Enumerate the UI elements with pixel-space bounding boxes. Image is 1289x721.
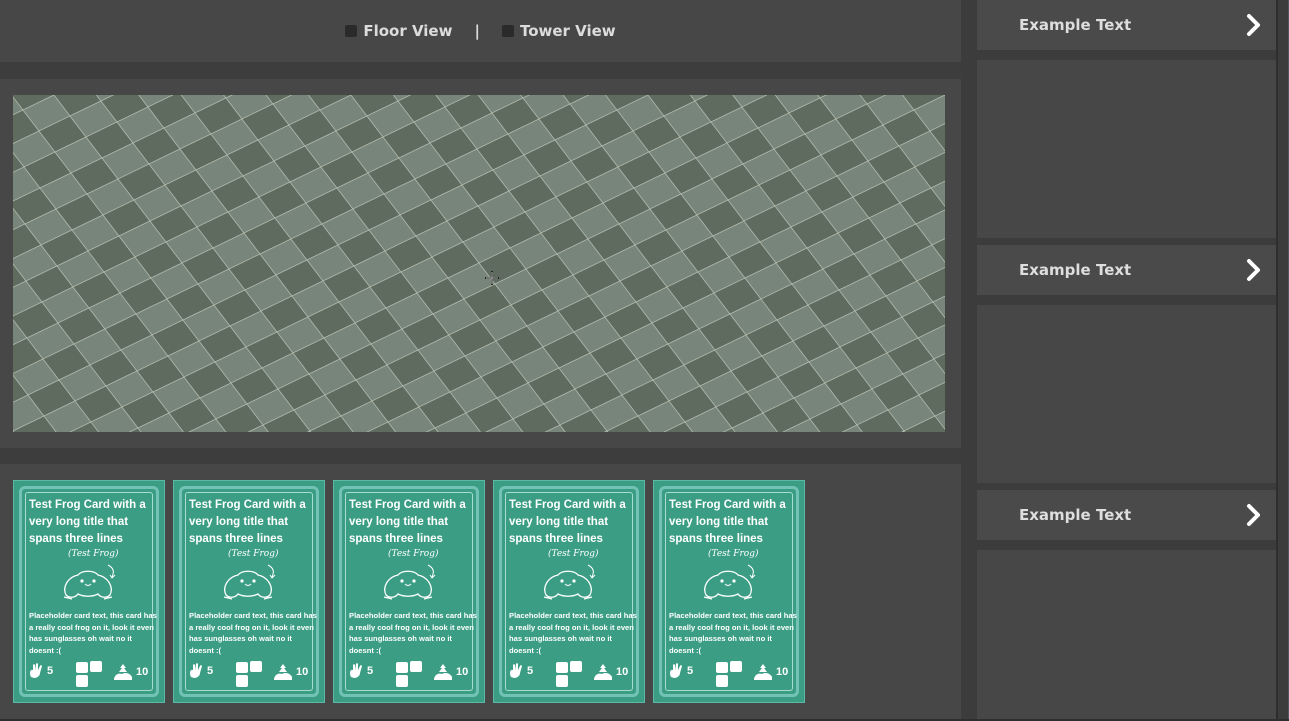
frog-hand-icon	[349, 663, 362, 678]
card-art-label: (Test Frog)	[228, 549, 279, 559]
card-stat-left: 5	[188, 663, 213, 679]
isometric-floor-grid[interactable]	[13, 95, 945, 432]
card-art-label: (Test Frog)	[548, 549, 599, 559]
frog-icon	[223, 564, 276, 600]
card-stat-right: 10	[273, 663, 308, 681]
sidebar-section-content-1	[977, 60, 1276, 238]
view-toggle-bar: Floor View | Tower View	[0, 0, 961, 62]
tower-view-option[interactable]: Tower View	[501, 22, 616, 40]
sidebar-section-label: Example Text	[1019, 261, 1132, 279]
chevron-right-icon[interactable]	[1244, 258, 1264, 282]
frog-hand-icon	[669, 663, 682, 678]
card-stat-left-value: 5	[47, 665, 54, 677]
frog-card[interactable]: Test Frog Card with a very long title th…	[173, 480, 325, 703]
blocks-icon	[396, 661, 422, 687]
divider	[0, 62, 961, 79]
right-sidebar: Example Text Example Text Example Text	[961, 0, 1289, 721]
card-stat-right-value: 10	[456, 666, 469, 678]
card-stat-left: 5	[668, 663, 693, 679]
view-separator: |	[474, 22, 480, 40]
frog-climb-icon	[754, 664, 772, 680]
frog-icon	[383, 564, 436, 600]
sidebar-section-header-2[interactable]: Example Text	[977, 245, 1276, 295]
card-description: Placeholder card text, this card has a r…	[669, 611, 797, 655]
card-stat-right: 10	[113, 663, 148, 681]
card-stat-left: 5	[348, 663, 373, 679]
card-stat-left: 5	[508, 663, 533, 679]
card-title: Test Frog Card with a very long title th…	[509, 499, 626, 545]
floor-view-label: Floor View	[363, 22, 453, 40]
floor-view-checkbox[interactable]	[345, 25, 358, 37]
card-description: Placeholder card text, this card has a r…	[29, 611, 157, 655]
card-stat-right-value: 10	[296, 666, 309, 678]
card-stat-right: 10	[433, 663, 468, 681]
blocks-icon	[556, 661, 582, 687]
card-hand-panel: Test Frog Card with a very long title th…	[0, 464, 961, 721]
frog-hand-icon	[29, 663, 42, 678]
divider	[0, 448, 961, 464]
game-screen: Floor View | Tower View Test Frog Card w…	[0, 0, 1289, 721]
card-stat-left-value: 5	[527, 665, 534, 677]
sidebar-section-label: Example Text	[1019, 16, 1132, 34]
card-stat-right: 10	[753, 663, 788, 681]
frog-icon	[63, 564, 116, 600]
frog-icon	[703, 564, 756, 600]
card-stat-left-value: 5	[367, 665, 374, 677]
sidebar-section-content-3	[977, 550, 1276, 721]
card-art-label: (Test Frog)	[708, 549, 759, 559]
frog-card[interactable]: Test Frog Card with a very long title th…	[13, 480, 165, 703]
card-title: Test Frog Card with a very long title th…	[189, 499, 306, 545]
sidebar-edge	[1276, 0, 1278, 721]
card-stat-right-value: 10	[136, 666, 149, 678]
card-stat-right-value: 10	[616, 666, 629, 678]
viewport-panel	[0, 79, 961, 448]
frog-card[interactable]: Test Frog Card with a very long title th…	[653, 480, 805, 703]
frog-climb-icon	[114, 664, 132, 680]
game-viewport[interactable]	[13, 95, 945, 432]
frog-climb-icon	[434, 664, 452, 680]
frog-card[interactable]: Test Frog Card with a very long title th…	[493, 480, 645, 703]
frog-card[interactable]: Test Frog Card with a very long title th…	[333, 480, 485, 703]
card-art-label: (Test Frog)	[388, 549, 439, 559]
card-title: Test Frog Card with a very long title th…	[669, 499, 786, 545]
frog-icon	[543, 564, 596, 600]
card-stat-left: 5	[28, 663, 53, 679]
card-stat-left-value: 5	[687, 665, 694, 677]
tower-view-checkbox[interactable]	[501, 25, 514, 37]
blocks-icon	[76, 661, 102, 687]
sidebar-section-header-1[interactable]: Example Text	[977, 0, 1276, 50]
frog-hand-icon	[189, 663, 202, 678]
card-description: Placeholder card text, this card has a r…	[509, 611, 637, 655]
card-stat-right-value: 10	[776, 666, 789, 678]
frog-climb-icon	[274, 664, 292, 680]
card-art-label: (Test Frog)	[68, 549, 119, 559]
frog-hand-icon	[509, 663, 522, 678]
tower-view-label: Tower View	[519, 22, 616, 40]
crosshair-cursor-icon	[485, 271, 499, 285]
sidebar-section-content-2	[977, 305, 1276, 483]
sidebar-section-header-3[interactable]: Example Text	[977, 490, 1276, 540]
frog-climb-icon	[594, 664, 612, 680]
card-title: Test Frog Card with a very long title th…	[29, 499, 146, 545]
card-title: Test Frog Card with a very long title th…	[349, 499, 466, 545]
card-stat-left-value: 5	[207, 665, 214, 677]
floor-view-option[interactable]: Floor View	[345, 22, 452, 40]
card-description: Placeholder card text, this card has a r…	[349, 611, 477, 655]
card-description: Placeholder card text, this card has a r…	[189, 611, 317, 655]
chevron-right-icon[interactable]	[1244, 503, 1264, 527]
card-stat-right: 10	[593, 663, 628, 681]
chevron-right-icon[interactable]	[1244, 13, 1264, 37]
blocks-icon	[716, 661, 742, 687]
sidebar-section-label: Example Text	[1019, 506, 1132, 524]
blocks-icon	[236, 661, 262, 687]
